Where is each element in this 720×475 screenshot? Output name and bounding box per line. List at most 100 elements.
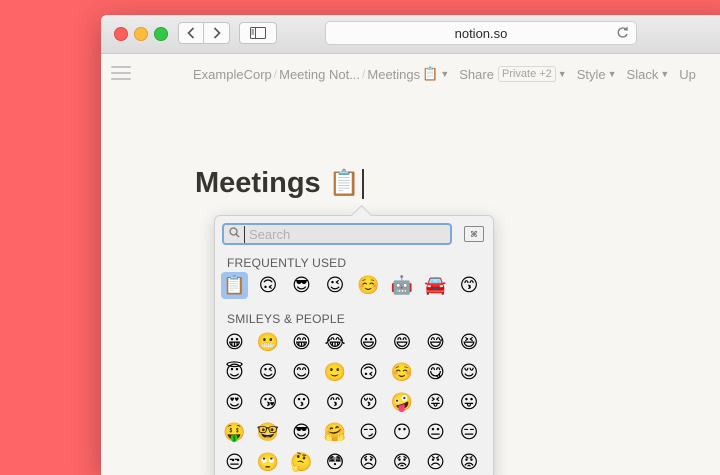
emoji-button[interactable]: 😅 — [422, 329, 449, 356]
emoji-button[interactable]: 😎 — [288, 419, 315, 446]
page-title[interactable]: Meetings 📋 — [195, 167, 364, 200]
emoji-button[interactable]: 🤓 — [255, 419, 282, 446]
emoji-button[interactable]: 📋 — [221, 272, 248, 299]
emoji-button[interactable]: 😀 — [221, 329, 248, 356]
emoji-button[interactable]: 🙄 — [255, 449, 282, 475]
emoji-button[interactable]: 😠 — [422, 449, 449, 475]
emoji-button[interactable]: 😋 — [422, 359, 449, 386]
breadcrumb-separator: / — [273, 67, 278, 81]
sidebar-icon — [250, 27, 266, 39]
emoji-button[interactable]: 😊 — [288, 359, 315, 386]
emoji-search-input[interactable] — [244, 225, 441, 243]
emoji-button[interactable]: 🚘 — [422, 272, 449, 299]
browser-window: notion.so ExampleCorp / Meeting Not... /… — [101, 15, 720, 475]
share-menu[interactable]: Share Private +2 ▼ — [459, 66, 567, 82]
emoji-button[interactable]: 🤗 — [322, 419, 349, 446]
emoji-button[interactable]: 😳 — [322, 449, 349, 475]
chevron-down-icon: ▼ — [660, 69, 670, 79]
chevron-down-icon[interactable]: ▼ — [440, 69, 449, 79]
title-bar: notion.so — [101, 15, 720, 54]
emoji-button[interactable]: 😇 — [221, 359, 248, 386]
emoji-button[interactable]: 😬 — [255, 329, 282, 356]
page-title-text[interactable]: Meetings — [195, 167, 321, 200]
chevron-down-icon: ▼ — [607, 69, 617, 79]
emoji-button[interactable]: 😃 — [355, 329, 382, 356]
emoji-button[interactable]: 🙂 — [322, 359, 349, 386]
emoji-button[interactable]: 😶 — [389, 419, 416, 446]
emoji-button[interactable]: 😟 — [389, 449, 416, 475]
slack-label: Slack — [626, 66, 659, 82]
privacy-badge: Private +2 — [497, 66, 556, 82]
chevron-down-icon: ▼ — [557, 69, 567, 79]
emoji-row: 😍 😘 😗 😙 😚 🤪 😝 😛 — [221, 389, 489, 416]
emoji-row: 😀 😬 😁 😂 😃 😄 😅 😆 — [221, 329, 489, 356]
zoom-window-button[interactable] — [154, 27, 168, 41]
search-icon — [229, 227, 240, 241]
updates-label: Up — [679, 66, 696, 82]
page-topbar: ExampleCorp / Meeting Not... / Meetings … — [101, 54, 720, 92]
emoji-button[interactable]: 😙 — [456, 272, 483, 299]
chevron-left-icon — [187, 27, 195, 39]
emoji-button[interactable]: 😍 — [221, 389, 248, 416]
emoji-button[interactable]: 😝 — [422, 389, 449, 416]
emoji-button[interactable]: 😆 — [456, 329, 483, 356]
emoji-button[interactable]: 😚 — [355, 389, 382, 416]
style-menu[interactable]: Style ▼ — [577, 67, 617, 82]
emoji-button[interactable]: 😎 — [288, 272, 315, 299]
emoji-button[interactable]: 😁 — [288, 329, 315, 356]
character-viewer-icon[interactable]: ⌘ — [464, 226, 484, 242]
emoji-button[interactable]: 😗 — [288, 389, 315, 416]
address-bar[interactable]: notion.so — [325, 21, 637, 45]
breadcrumb-workspace[interactable]: ExampleCorp — [193, 67, 272, 82]
emoji-button[interactable]: 🤑 — [221, 419, 248, 446]
emoji-button[interactable]: 😏 — [355, 419, 382, 446]
frequently-used-label: FREQUENTLY USED — [227, 256, 347, 270]
slack-menu[interactable]: Slack ▼ — [627, 67, 670, 82]
emoji-search-field[interactable] — [222, 223, 452, 245]
reload-icon[interactable] — [616, 26, 629, 44]
emoji-button[interactable]: 🙃 — [255, 272, 282, 299]
emoji-button[interactable]: 🙃 — [355, 359, 382, 386]
back-button[interactable] — [178, 22, 204, 44]
close-window-button[interactable] — [114, 27, 128, 41]
emoji-button[interactable]: ☺️ — [355, 272, 382, 299]
emoji-button[interactable]: 😛 — [456, 389, 483, 416]
emoji-button[interactable]: 😒 — [221, 449, 248, 475]
emoji-button[interactable]: ☺️ — [389, 359, 416, 386]
minimize-window-button[interactable] — [134, 27, 148, 41]
emoji-row: 🤑 🤓 😎 🤗 😏 😶 😐 😑 — [221, 419, 489, 446]
emoji-button[interactable]: 😡 — [456, 449, 483, 475]
emoji-button[interactable]: 🤔 — [288, 449, 315, 475]
breadcrumb-parent[interactable]: Meeting Not... — [279, 67, 360, 82]
emoji-button[interactable]: 😉 — [322, 272, 349, 299]
smileys-people-label: SMILEYS & PEOPLE — [227, 312, 345, 326]
emoji-button[interactable]: 😘 — [255, 389, 282, 416]
style-label: Style — [576, 66, 606, 82]
emoji-button[interactable]: 😌 — [456, 359, 483, 386]
text-cursor — [361, 168, 364, 199]
emoji-button[interactable]: 😂 — [322, 329, 349, 356]
emoji-button[interactable]: 😙 — [322, 389, 349, 416]
forward-button[interactable] — [204, 22, 230, 44]
share-label: Share — [459, 66, 494, 82]
emoji-button[interactable]: 😞 — [355, 449, 382, 475]
chevron-right-icon — [213, 27, 221, 39]
emoji-button[interactable]: 😐 — [422, 419, 449, 446]
clipboard-icon: 📋 — [422, 66, 439, 81]
emoji-row: 😇 😉 😊 🙂 🙃 ☺️ 😋 😌 — [221, 359, 489, 386]
sidebar-toggle-button[interactable] — [239, 22, 277, 44]
clipboard-icon[interactable]: 📋 — [329, 169, 360, 198]
breadcrumb-separator: / — [362, 67, 366, 81]
emoji-button[interactable]: 😉 — [255, 359, 282, 386]
url-text: notion.so — [454, 26, 508, 41]
emoji-button[interactable]: 🤪 — [389, 389, 416, 416]
updates-menu[interactable]: Up — [679, 67, 696, 82]
emoji-row: 😒 🙄 🤔 😳 😞 😟 😠 😡 — [221, 449, 489, 475]
breadcrumb: ExampleCorp / Meeting Not... / Meetings … — [193, 66, 696, 82]
emoji-button[interactable]: 😑 — [456, 419, 483, 446]
emoji-button[interactable]: 🤖 — [389, 272, 416, 299]
frequent-emoji-row: 📋 🙃 😎 😉 ☺️ 🤖 🚘 😙 — [221, 272, 489, 299]
emoji-button[interactable]: 😄 — [389, 329, 416, 356]
hamburger-menu-icon[interactable] — [111, 66, 131, 81]
breadcrumb-current[interactable]: Meetings — [367, 67, 420, 82]
